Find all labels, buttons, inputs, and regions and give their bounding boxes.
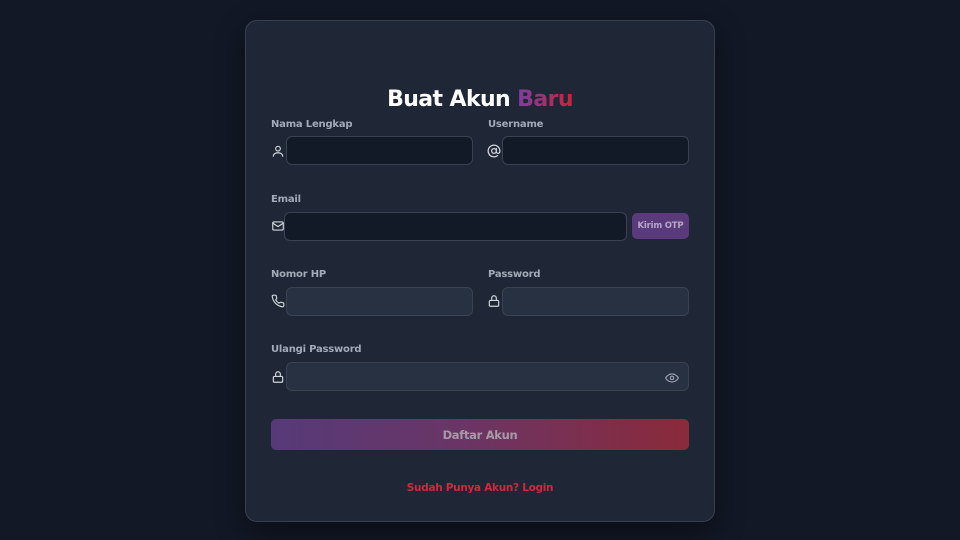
page-title: Buat Akun Baru [246, 87, 714, 112]
password-input[interactable] [502, 287, 689, 316]
username-label: Username [488, 119, 544, 130]
nama-lengkap-input[interactable] [286, 136, 473, 165]
email-input[interactable] [284, 212, 627, 241]
register-card: Buat Akun Baru Nama Lengkap Username Ema… [245, 20, 715, 522]
nama-lengkap-label: Nama Lengkap [271, 119, 353, 130]
login-link[interactable]: Sudah Punya Akun? Login [246, 482, 714, 494]
username-input[interactable] [502, 136, 689, 165]
password-label: Password [488, 269, 541, 280]
ulangi-password-label: Ulangi Password [271, 344, 362, 355]
nomor-hp-input[interactable] [286, 287, 473, 316]
user-icon [271, 144, 285, 158]
email-label: Email [271, 194, 301, 205]
eye-icon[interactable] [665, 370, 679, 384]
nomor-hp-label: Nomor HP [271, 269, 327, 280]
daftar-akun-button[interactable]: Daftar Akun [271, 419, 689, 450]
ulangi-password-input[interactable] [286, 362, 689, 391]
mail-icon [271, 219, 285, 233]
kirim-otp-button[interactable]: Kirim OTP [632, 213, 689, 239]
at-icon [487, 144, 501, 158]
lock-icon [487, 294, 501, 308]
phone-icon [271, 294, 285, 308]
title-accent: Baru [517, 87, 573, 112]
title-main: Buat Akun [387, 87, 518, 112]
lock-icon [271, 370, 285, 384]
